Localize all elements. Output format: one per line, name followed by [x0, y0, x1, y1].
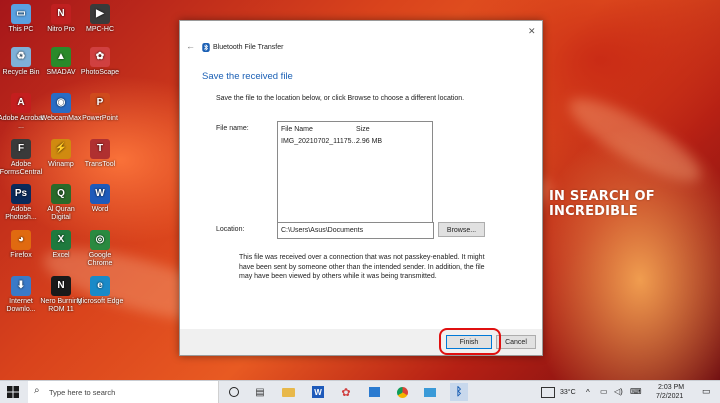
- desktop-icon[interactable]: T TransTool: [76, 139, 124, 169]
- task-view-icon[interactable]: [226, 384, 242, 400]
- app-icon: N: [51, 276, 71, 296]
- dialog-heading: Save the received file: [202, 71, 293, 82]
- column-header-file-name[interactable]: File Name: [281, 126, 313, 133]
- file-listbox[interactable]: File Name Size IMG_20210702_11175... 2.9…: [277, 121, 433, 228]
- app-icon: W: [90, 184, 110, 204]
- chrome-taskbar-icon[interactable]: [394, 384, 410, 400]
- desktop-icon[interactable]: e Microsoft Edge: [76, 276, 124, 306]
- word-taskbar-icon[interactable]: W: [310, 384, 326, 400]
- app-icon: ▭: [11, 4, 31, 24]
- desktop-icon[interactable]: P PowerPoint: [76, 93, 124, 123]
- bluetooth-icon: [202, 43, 210, 52]
- desktop-icon-label: Microsoft Edge: [76, 298, 124, 305]
- desktop-icon[interactable]: ◎ Google Chrome: [76, 230, 124, 268]
- store-icon[interactable]: [366, 384, 382, 400]
- weather-icon[interactable]: [540, 384, 556, 400]
- app-icon: N: [51, 4, 71, 24]
- desktop-icon[interactable]: ▶ MPC-HC: [76, 4, 124, 34]
- clock-date[interactable]: 7/2/2021: [656, 393, 683, 400]
- app-icon: Q: [51, 184, 71, 204]
- location-input[interactable]: [277, 222, 434, 239]
- browse-button[interactable]: Browse...: [438, 222, 485, 237]
- location-label: Location:: [216, 226, 245, 233]
- column-header-size[interactable]: Size: [356, 126, 370, 133]
- language-icon[interactable]: ⌨: [630, 387, 642, 396]
- clock-time[interactable]: 2:03 PM: [658, 384, 684, 391]
- app-icon: T: [90, 139, 110, 159]
- network-icon[interactable]: ▭: [600, 387, 608, 396]
- file-explorer-icon[interactable]: [280, 384, 296, 400]
- taskbar-search-box[interactable]: ⌕ Type here to search: [28, 381, 219, 403]
- app-icon: P: [90, 93, 110, 113]
- windows-start-icon[interactable]: [5, 384, 21, 400]
- app-icon: F: [11, 139, 31, 159]
- app-icon: ✿: [90, 47, 110, 67]
- app-icon: A: [11, 93, 31, 113]
- desktop-icon[interactable]: W Word: [76, 184, 124, 214]
- desktop-icon-label: PowerPoint: [82, 115, 118, 122]
- temperature[interactable]: 33°C: [560, 389, 576, 396]
- app-icon: ⚡: [51, 139, 71, 159]
- app-icon: ▶: [90, 4, 110, 24]
- volume-icon[interactable]: ◁): [614, 387, 623, 396]
- file-name-label: File name:: [216, 125, 249, 132]
- taskbar: ⌕ Type here to search ▤ W ✿ ᛒ 33°C ^ ▭ ◁…: [0, 380, 720, 403]
- finish-highlight-annotation: [439, 328, 501, 355]
- app-icon: ♻: [11, 47, 31, 67]
- instruction-text: Save the file to the location below, or …: [216, 95, 465, 102]
- photoscape-taskbar-icon[interactable]: ✿: [338, 384, 354, 400]
- app-icon: ◎: [90, 230, 110, 250]
- desktop-icon-label: MPC-HC: [86, 26, 114, 33]
- app-icon: ◕: [11, 230, 31, 250]
- show-hidden-icons-icon[interactable]: ^: [586, 388, 590, 397]
- app-icon: Ps: [11, 184, 31, 204]
- notification-icon[interactable]: ▭: [702, 386, 711, 397]
- photos-taskbar-icon[interactable]: [422, 384, 438, 400]
- window-title: Bluetooth File Transfer: [213, 44, 284, 51]
- security-warning-text: This file was received over a connection…: [239, 254, 485, 280]
- search-placeholder: Type here to search: [49, 388, 116, 397]
- bluetooth-file-transfer-dialog: ← Bluetooth File Transfer ✕ Save the rec…: [179, 20, 543, 356]
- app-icon: X: [51, 230, 71, 250]
- desktop-icon[interactable]: ✿ PhotoScape: [76, 47, 124, 77]
- desktop-icon-label: PhotoScape: [80, 69, 120, 76]
- app-icon: e: [90, 276, 110, 296]
- desktop-icon-label: TransTool: [84, 161, 116, 168]
- app-icon: ◉: [51, 93, 71, 113]
- widgets-icon[interactable]: ▤: [252, 384, 268, 400]
- desktop-icon-label: Google Chrome: [87, 252, 113, 267]
- app-icon: ⬇: [11, 276, 31, 296]
- file-row-size[interactable]: 2.96 MB: [356, 138, 382, 145]
- file-row-name[interactable]: IMG_20210702_11175...: [281, 138, 357, 145]
- search-icon: ⌕: [34, 385, 40, 396]
- back-arrow-icon[interactable]: ←: [186, 41, 195, 51]
- close-icon[interactable]: ✕: [528, 26, 536, 37]
- app-icon: ▲: [51, 47, 71, 67]
- desktop-icon-label: Word: [91, 206, 109, 213]
- wallpaper-slogan: IN SEARCH OF INCREDIBLE: [549, 189, 655, 219]
- bluetooth-taskbar-icon[interactable]: ᛒ: [450, 383, 468, 401]
- title-bar[interactable]: [180, 21, 542, 45]
- cancel-button[interactable]: Cancel: [496, 335, 536, 349]
